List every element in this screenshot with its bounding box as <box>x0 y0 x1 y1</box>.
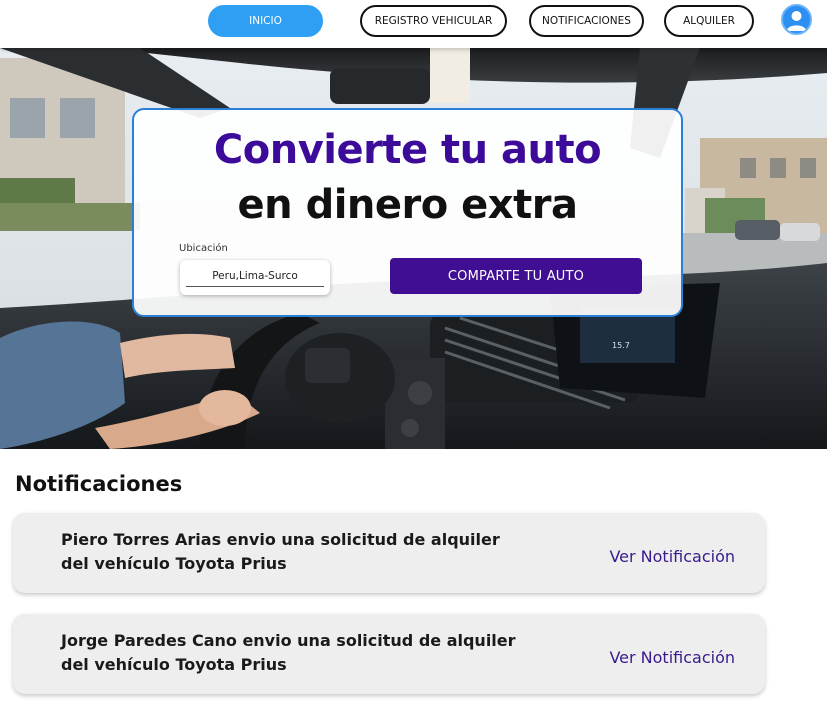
hero-card: Convierte tu auto en dinero extra Ubicac… <box>132 108 683 317</box>
notification-card: Piero Torres Arias envio una solicitud d… <box>13 513 765 593</box>
user-icon[interactable] <box>781 4 812 35</box>
share-car-button[interactable]: COMPARTE TU AUTO <box>390 258 642 294</box>
notification-card: Jorge Paredes Cano envio una solicitud d… <box>13 614 765 694</box>
hero-title-line-1: Convierte tu auto <box>213 127 602 173</box>
notification-message: Piero Torres Arias envio una solicitud d… <box>61 530 500 573</box>
location-input[interactable]: Peru,Lima-Surco <box>180 260 330 295</box>
notification-message: Jorge Paredes Cano envio una solicitud d… <box>61 631 516 674</box>
location-input-value: Peru,Lima-Surco <box>212 270 298 282</box>
location-label: Ubicación <box>179 243 228 254</box>
view-notification-link[interactable]: Ver Notificación <box>609 547 735 566</box>
nav-button-notificaciones[interactable]: NOTIFICACIONES <box>529 5 644 37</box>
nav-button-alquiler[interactable]: ALQUILER <box>664 5 754 37</box>
location-input-underline <box>186 286 324 287</box>
user-avatar-glyph <box>786 11 807 31</box>
svg-text:15.7: 15.7 <box>612 341 630 350</box>
nav-button-inicio[interactable]: INICIO <box>208 5 323 37</box>
nav-button-registro-vehicular[interactable]: REGISTRO VEHICULAR <box>360 5 507 37</box>
hero-title-line-2: en dinero extra <box>237 182 578 228</box>
hero-section: 15.7 Convierte tu auto en dinero extra U… <box>0 48 827 449</box>
notifications-section-title: Notificaciones <box>15 472 183 496</box>
view-notification-link[interactable]: Ver Notificación <box>609 648 735 667</box>
top-navigation-bar: INICIO REGISTRO VEHICULAR NOTIFICACIONES… <box>0 0 827 48</box>
